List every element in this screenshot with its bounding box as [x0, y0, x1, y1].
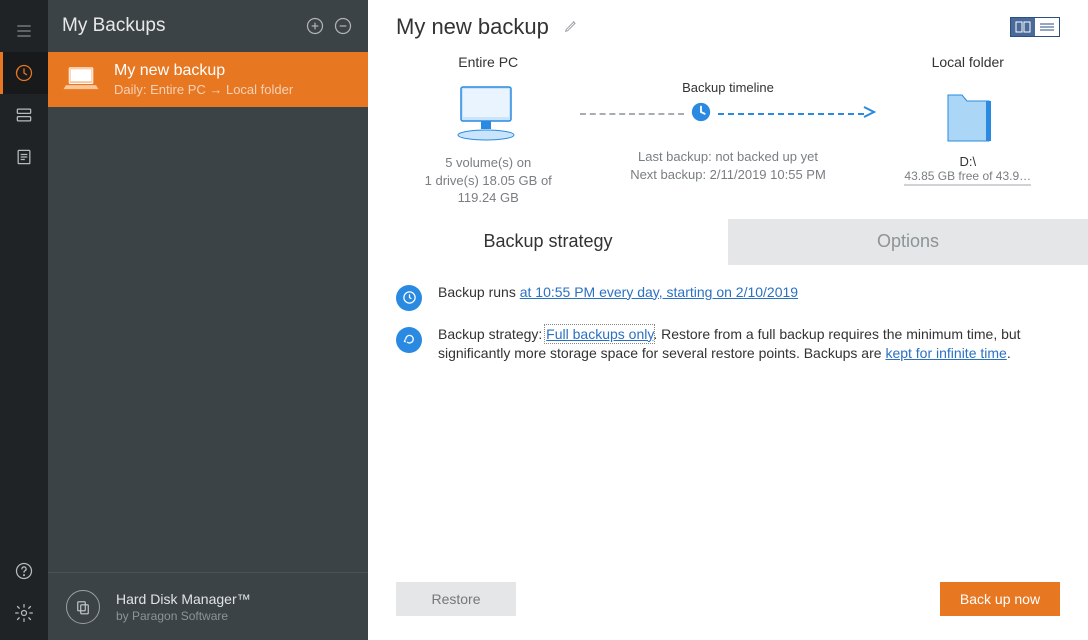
- destination-path: D:\: [876, 154, 1060, 169]
- tab-backup-strategy[interactable]: Backup strategy: [368, 219, 728, 265]
- destination-label: Local folder: [876, 54, 1060, 70]
- destination-column: Local folder D:\ 43.85 GB free of 43.9…: [876, 54, 1060, 207]
- sidebar-title: My Backups: [62, 15, 298, 37]
- arrow-right-icon: [862, 105, 876, 122]
- strategy-text: Backup strategy: Full backups only. Rest…: [438, 325, 1060, 364]
- last-backup-text: Last backup: not backed up yet: [580, 148, 875, 166]
- nav-drives-icon[interactable]: [0, 94, 48, 136]
- timeline-label: Backup timeline: [580, 80, 875, 95]
- settings-icon[interactable]: [0, 592, 48, 634]
- page-title: My new backup: [396, 14, 549, 40]
- schedule-link[interactable]: at 10:55 PM every day, starting on 2/10/…: [520, 284, 798, 300]
- action-bar: Restore Back up now: [368, 582, 1088, 640]
- monitor-icon: [396, 78, 580, 154]
- retention-link[interactable]: kept for infinite time: [885, 345, 1006, 361]
- view-grid-icon[interactable]: [1011, 18, 1035, 36]
- source-stat-3: 119.24 GB: [396, 189, 580, 207]
- clock-icon: [396, 285, 422, 311]
- view-list-icon[interactable]: [1035, 18, 1059, 36]
- hamburger-icon[interactable]: [0, 10, 48, 52]
- sidebar: My Backups My new backup Daily: Entire P…: [48, 0, 368, 640]
- schedule-text: Backup runs at 10:55 PM every day, start…: [438, 283, 798, 303]
- folder-icon: [876, 78, 1060, 154]
- main-panel: My new backup Entire PC 5 v: [368, 0, 1088, 640]
- help-icon[interactable]: [0, 550, 48, 592]
- remove-backup-icon[interactable]: [332, 15, 354, 37]
- timeline-column: Backup timeline Last backup: not backed …: [580, 54, 875, 207]
- nav-log-icon[interactable]: [0, 136, 48, 178]
- source-column: Entire PC 5 volume(s) on 1 drive(s) 18.0…: [396, 54, 580, 207]
- recycle-icon: [396, 327, 422, 353]
- product-name: Hard Disk Manager™: [116, 591, 251, 607]
- backup-item-description: Daily: Entire PC → Local folder: [114, 82, 293, 97]
- source-stat-1: 5 volume(s) on: [396, 154, 580, 172]
- nav-backups-icon[interactable]: [0, 52, 48, 94]
- backup-item-name: My new backup: [114, 62, 293, 80]
- backup-list-item[interactable]: My new backup Daily: Entire PC → Local f…: [48, 52, 368, 107]
- destination-space: 43.85 GB free of 43.9…: [904, 169, 1031, 186]
- vendor-name: by Paragon Software: [116, 609, 251, 623]
- sidebar-footer: Hard Disk Manager™ by Paragon Software: [48, 572, 368, 640]
- backup-now-button[interactable]: Back up now: [940, 582, 1060, 616]
- source-label: Entire PC: [396, 54, 580, 70]
- view-toggle: [1010, 17, 1060, 37]
- nav-rail: [0, 0, 48, 640]
- source-stat-2: 1 drive(s) 18.05 GB of: [396, 172, 580, 190]
- edit-title-icon[interactable]: [563, 18, 579, 37]
- strategy-type-link[interactable]: Full backups only: [546, 326, 653, 342]
- restore-button[interactable]: Restore: [396, 582, 516, 616]
- add-backup-icon[interactable]: [304, 15, 326, 37]
- laptop-icon: [62, 64, 100, 95]
- timeline-clock-icon: [690, 101, 712, 126]
- tab-options[interactable]: Options: [728, 219, 1088, 265]
- product-logo-icon: [66, 590, 100, 624]
- next-backup-text: Next backup: 2/11/2019 10:55 PM: [580, 166, 875, 184]
- tabs: Backup strategy Options: [368, 219, 1088, 265]
